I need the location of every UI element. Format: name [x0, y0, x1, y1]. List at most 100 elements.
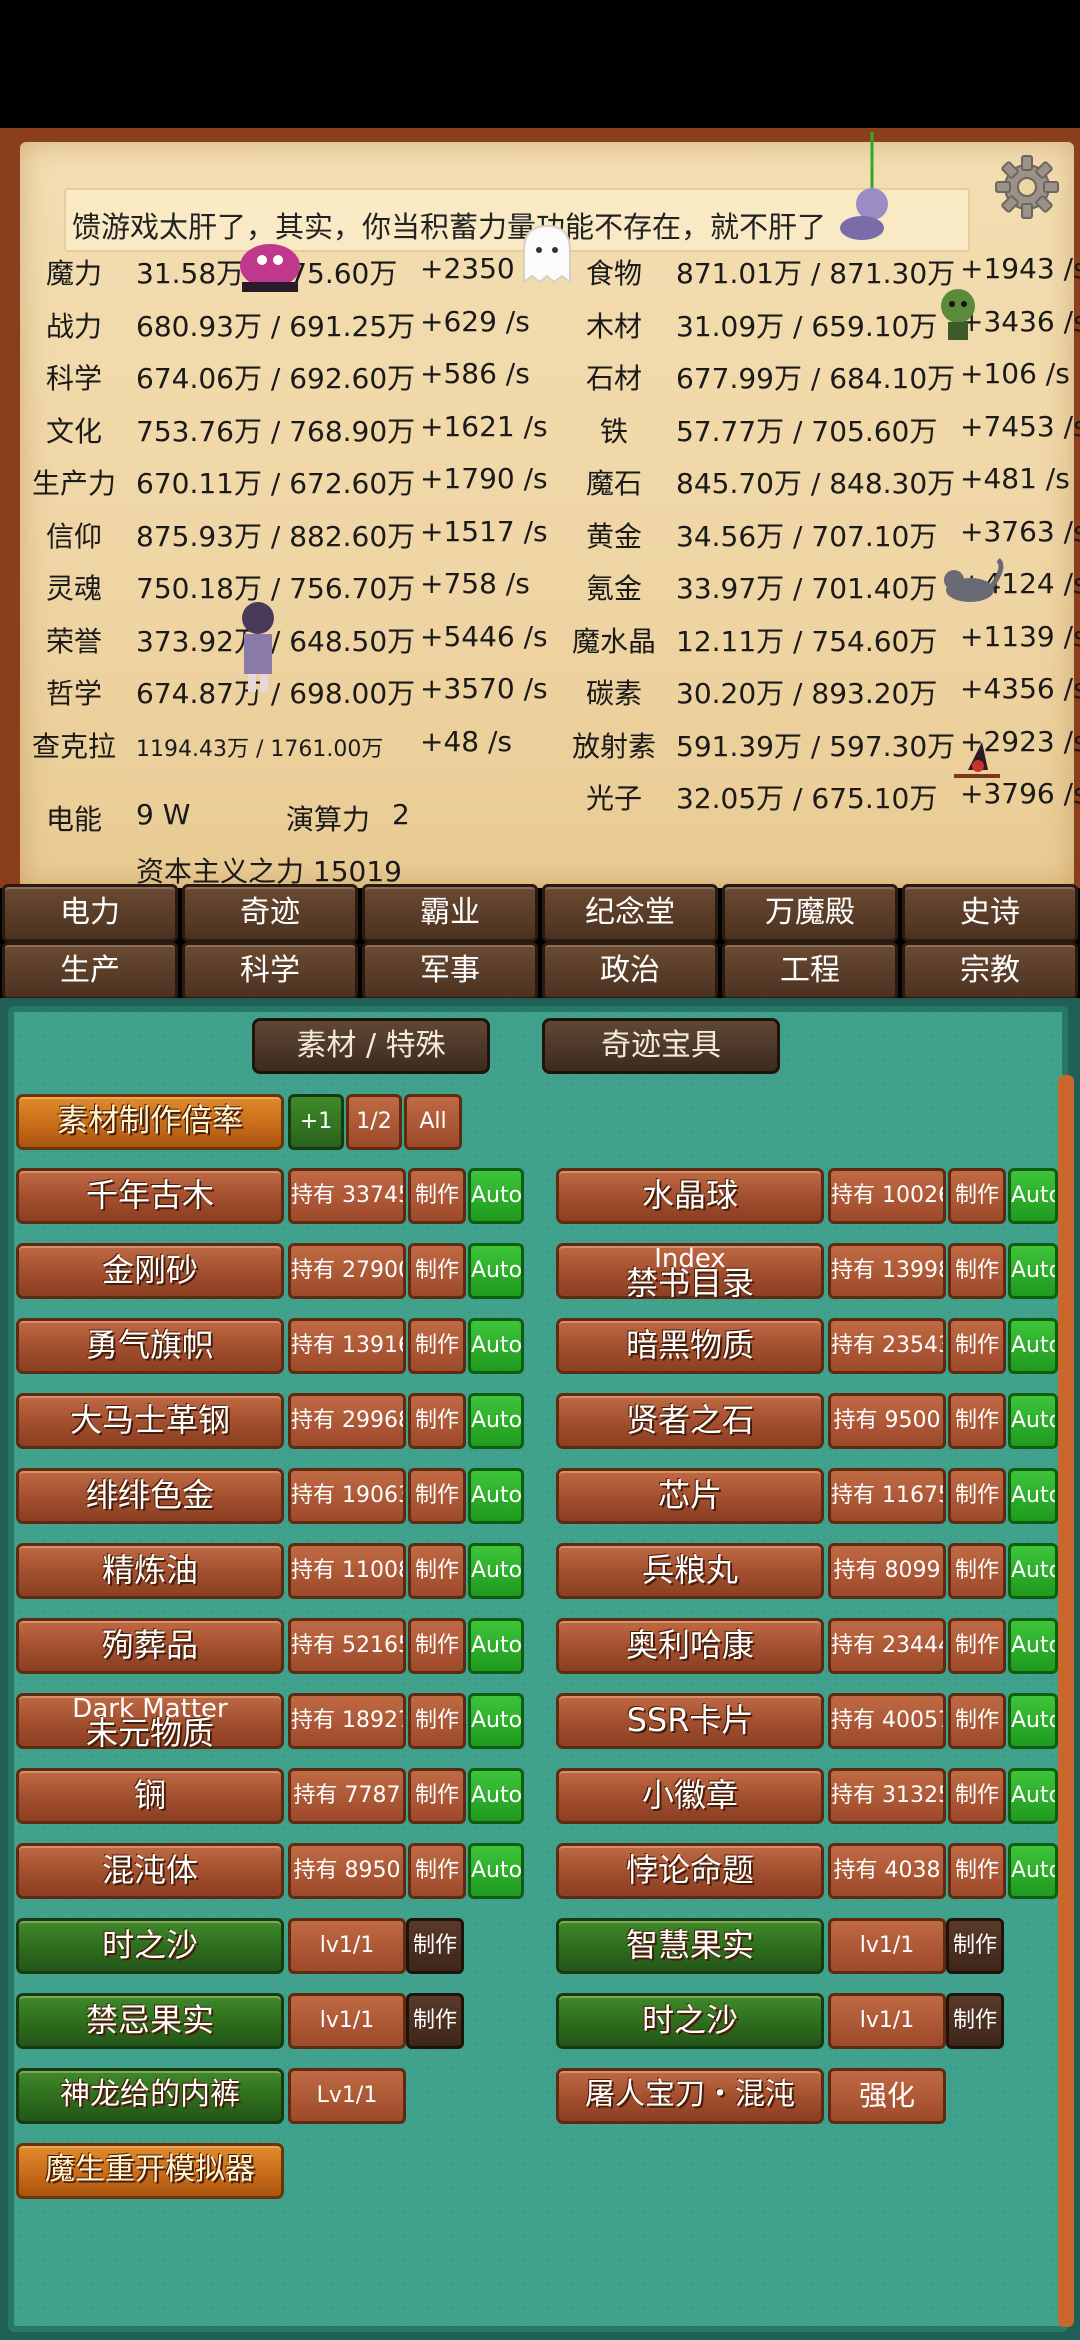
tab-epic[interactable]: 史诗	[902, 884, 1078, 942]
make-button[interactable]: 制作	[406, 1918, 464, 1974]
rate-half-button[interactable]: 1/2	[346, 1094, 402, 1150]
auto-toggle[interactable]: Auto	[1008, 1843, 1058, 1899]
tab-electricity[interactable]: 电力	[2, 884, 178, 942]
make-button[interactable]: 制作	[408, 1543, 466, 1599]
resource-value: 871.01万 / 871.30万	[676, 257, 956, 290]
tab-wonders[interactable]: 奇迹	[182, 884, 358, 942]
make-button[interactable]: 制作	[948, 1243, 1006, 1299]
resource-name: 魔力	[46, 257, 103, 290]
auto-toggle[interactable]: Auto	[468, 1843, 524, 1899]
tab-memorial[interactable]: 纪念堂	[542, 884, 718, 942]
material-name: SSR卡片	[556, 1693, 824, 1749]
make-button[interactable]: 制作	[948, 1693, 1006, 1749]
tab-military[interactable]: 军事	[362, 942, 538, 1000]
hold-count: 持有 23543	[828, 1318, 946, 1374]
hold-count: 持有 10026	[828, 1168, 946, 1224]
special-item-forbidden-fruit: 禁忌果实	[16, 1993, 284, 2049]
resource-value: 753.76万 / 768.90万	[136, 414, 416, 448]
make-button[interactable]: 制作	[948, 1843, 1006, 1899]
auto-toggle[interactable]: Auto	[468, 1318, 524, 1374]
auto-toggle[interactable]: Auto	[1008, 1393, 1058, 1449]
rebirth-simulator-button[interactable]: 魔生重开模拟器	[16, 2143, 284, 2199]
make-button[interactable]: 制作	[948, 1543, 1006, 1599]
auto-toggle[interactable]: Auto	[468, 1768, 524, 1824]
auto-toggle[interactable]: Auto	[468, 1693, 524, 1749]
resource-name: 生产力	[32, 467, 117, 500]
make-button[interactable]: 制作	[408, 1618, 466, 1674]
subtab-wonder-treasures[interactable]: 奇迹宝具	[542, 1018, 780, 1074]
auto-toggle[interactable]: Auto	[1008, 1618, 1058, 1674]
category-tabs-row1: 电力 奇迹 霸业 纪念堂 万魔殿 史诗	[0, 884, 1080, 942]
category-tabs-row2: 生产 科学 军事 政治 工程 宗教	[0, 942, 1080, 1000]
monkey-sprite	[840, 132, 888, 240]
auto-toggle[interactable]: Auto	[1008, 1693, 1058, 1749]
hold-count: 持有 29968	[288, 1393, 406, 1449]
auto-toggle[interactable]: Auto	[468, 1468, 524, 1524]
hold-count: 持有 31325	[828, 1768, 946, 1824]
goblin-sprite	[941, 289, 975, 340]
girl-sprite	[242, 602, 274, 692]
make-button[interactable]: 制作	[946, 1993, 1004, 2049]
make-button[interactable]: 制作	[408, 1168, 466, 1224]
auto-toggle[interactable]: Auto	[1008, 1468, 1058, 1524]
tab-politics[interactable]: 政治	[542, 942, 718, 1000]
resource-name: 信仰	[46, 519, 103, 553]
make-button[interactable]: 制作	[408, 1243, 466, 1299]
tab-pandemonium[interactable]: 万魔殿	[722, 884, 898, 942]
enhance-button[interactable]: 强化	[828, 2068, 946, 2124]
scrollbar[interactable]	[1058, 1075, 1074, 2327]
resource-value: 12.11万 / 754.60万	[676, 624, 938, 658]
make-button[interactable]: 制作	[408, 1393, 466, 1449]
make-button[interactable]: 制作	[946, 1918, 1004, 1974]
resource-value: 670.11万 / 672.60万	[136, 467, 416, 500]
auto-toggle[interactable]: Auto	[1008, 1243, 1058, 1299]
special-level: lv1/1	[288, 1918, 406, 1974]
status-bar	[0, 0, 1080, 128]
subtab-materials[interactable]: 素材 / 特殊	[252, 1018, 490, 1074]
auto-toggle[interactable]: Auto	[468, 1543, 524, 1599]
make-button[interactable]: 制作	[408, 1843, 466, 1899]
tab-science[interactable]: 科学	[182, 942, 358, 1000]
make-button[interactable]: 制作	[948, 1468, 1006, 1524]
resource-name: 文化	[46, 414, 103, 448]
gear-icon[interactable]	[992, 152, 1062, 222]
craft-rate-label: 素材制作倍率	[16, 1094, 284, 1150]
material-name: 绯绯色金	[16, 1468, 284, 1524]
make-button[interactable]: 制作	[948, 1168, 1006, 1224]
rate-plus1-button[interactable]: +1	[288, 1094, 344, 1150]
make-button[interactable]: 制作	[408, 1318, 466, 1374]
auto-toggle[interactable]: Auto	[1008, 1543, 1058, 1599]
calc-value: 2	[392, 798, 410, 831]
material-name: 殉葬品	[16, 1618, 284, 1674]
make-button[interactable]: 制作	[408, 1768, 466, 1824]
make-button[interactable]: 制作	[948, 1393, 1006, 1449]
make-button[interactable]: 制作	[948, 1318, 1006, 1374]
resource-value: 30.20万 / 893.20万	[676, 677, 938, 710]
auto-toggle[interactable]: Auto	[1008, 1318, 1058, 1374]
resource-value: 33.97万 / 701.40万	[676, 572, 938, 605]
rate-all-button[interactable]: All	[404, 1094, 462, 1150]
tab-engineering[interactable]: 工程	[722, 942, 898, 1000]
auto-toggle[interactable]: Auto	[1008, 1768, 1058, 1824]
make-button[interactable]: 制作	[408, 1468, 466, 1524]
resource-rate: +3570 /s	[420, 672, 548, 705]
tab-production[interactable]: 生产	[2, 942, 178, 1000]
material-name: 精炼油	[16, 1543, 284, 1599]
auto-toggle[interactable]: Auto	[468, 1393, 524, 1449]
resource-row: 查克拉 1194.43万 / 1761.00万 +48 /s 放射素 591.39万 /…	[0, 717, 1080, 769]
auto-toggle[interactable]: Auto	[468, 1618, 524, 1674]
make-button[interactable]: 制作	[408, 1693, 466, 1749]
make-button[interactable]: 制作	[948, 1768, 1006, 1824]
auto-toggle[interactable]: Auto	[468, 1168, 524, 1224]
make-button[interactable]: 制作	[406, 1993, 464, 2049]
tab-hegemony[interactable]: 霸业	[362, 884, 538, 942]
auto-toggle[interactable]: Auto	[1008, 1168, 1058, 1224]
tab-religion[interactable]: 宗教	[902, 942, 1078, 1000]
hold-count: 持有 4038	[828, 1843, 946, 1899]
resource-name: 荣誉	[46, 624, 103, 658]
hold-count: 持有 13998	[828, 1243, 946, 1299]
auto-toggle[interactable]: Auto	[468, 1243, 524, 1299]
special-item-sand-of-time-2: 时之沙	[556, 1993, 824, 2049]
make-button[interactable]: 制作	[948, 1618, 1006, 1674]
resource-name: 哲学	[46, 677, 103, 710]
